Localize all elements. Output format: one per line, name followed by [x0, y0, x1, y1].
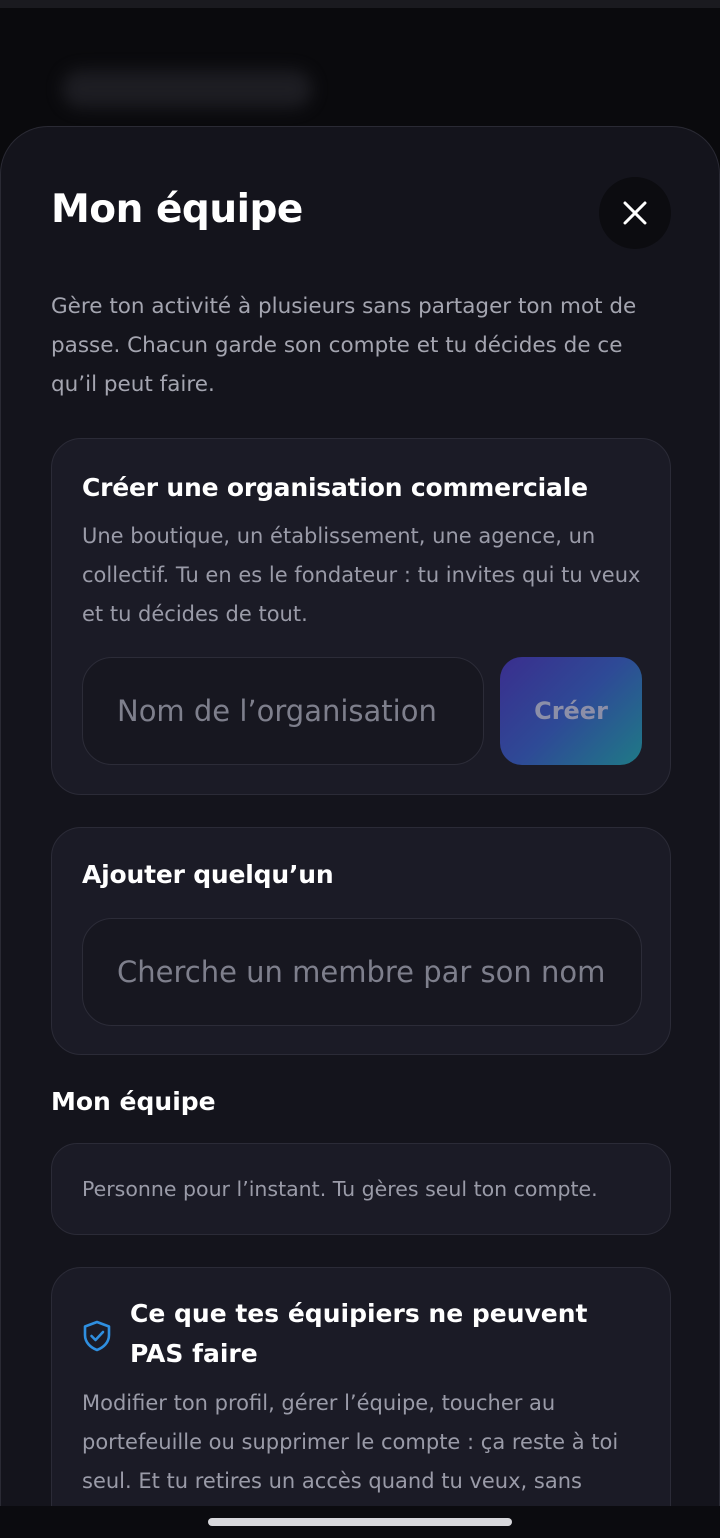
restrictions-title: Ce que tes équipiers ne peuvent PAS fair…: [130, 1299, 588, 1368]
organization-name-input[interactable]: [83, 658, 483, 764]
create-organization-description: Une boutique, un établissement, une agen…: [82, 524, 641, 626]
member-search-input[interactable]: [83, 919, 641, 1025]
team-empty-state: Personne pour l’instant. Tu gères seul t…: [51, 1143, 671, 1235]
sheet-title: Mon équipe: [51, 187, 303, 232]
create-organization-card: Créer une organisation commerciale Une b…: [51, 438, 671, 795]
add-member-card: Ajouter quelqu’un: [51, 827, 671, 1055]
create-organization-button[interactable]: Créer: [500, 657, 642, 765]
create-organization-title: Créer une organisation commerciale: [82, 473, 588, 502]
add-member-title: Ajouter quelqu’un: [82, 860, 334, 889]
close-icon: [623, 201, 647, 225]
shield-check-icon: [83, 1320, 111, 1352]
status-strip: [0, 0, 720, 8]
member-search-field[interactable]: [82, 918, 642, 1026]
restrictions-card: Ce que tes équipiers ne peuvent PAS fair…: [51, 1267, 671, 1506]
home-indicator[interactable]: [208, 1518, 512, 1526]
team-bottom-sheet: Mon équipe Gère ton activité à plusieurs…: [0, 126, 720, 1506]
team-section-title: Mon équipe: [51, 1087, 216, 1116]
sheet-intro: Gère ton activité à plusieurs sans parta…: [51, 294, 637, 397]
organization-name-field[interactable]: [82, 657, 484, 765]
close-button[interactable]: [599, 177, 671, 249]
restrictions-description: Modifier ton profil, gérer l’équipe, tou…: [82, 1391, 619, 1493]
blurred-background-title: [62, 70, 312, 108]
